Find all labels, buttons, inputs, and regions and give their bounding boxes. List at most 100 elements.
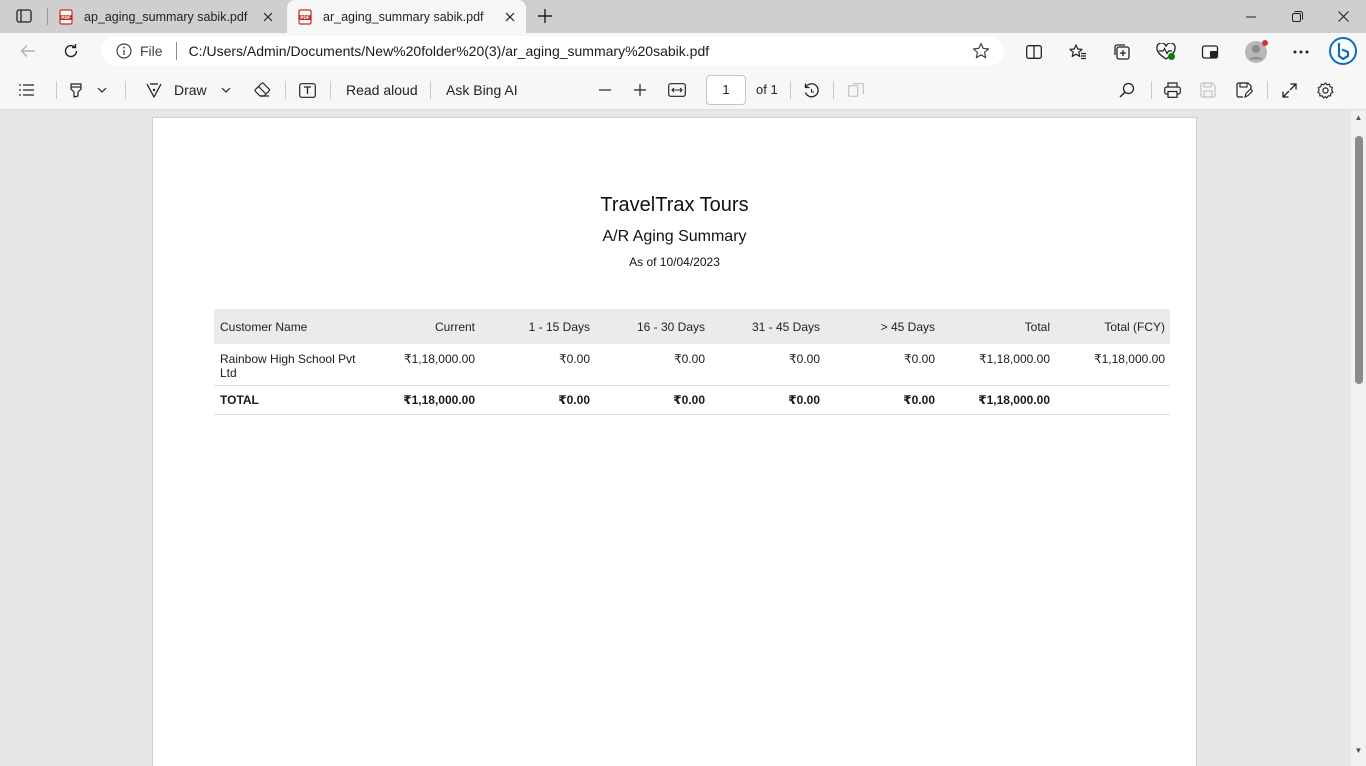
customer-name-cell[interactable]: Rainbow High School Pvt Ltd — [214, 352, 374, 380]
page-view-button[interactable] — [846, 78, 866, 102]
pdf-viewer: TravelTrax Tours A/R Aging Summary As of… — [0, 110, 1366, 766]
find-button[interactable] — [1117, 78, 1137, 102]
new-tab-button[interactable] — [534, 5, 556, 27]
more-dots-icon — [1293, 50, 1309, 54]
restore-icon — [1291, 11, 1303, 22]
draw-pen-button[interactable] — [142, 78, 166, 102]
tab-ap-aging[interactable]: PDF ap_aging_summary sabik.pdf — [48, 0, 284, 33]
erase-button[interactable] — [252, 78, 272, 102]
rotate-icon — [804, 82, 819, 97]
favorite-star-icon[interactable] — [972, 42, 990, 60]
days-over-45-total-cell: ₹0.00 — [903, 393, 935, 407]
browser-essentials-button[interactable] — [1153, 39, 1179, 65]
pdf-file-icon: PDF — [59, 8, 73, 25]
refresh-button[interactable] — [57, 38, 85, 64]
address-divider — [175, 42, 177, 60]
column-header: 31 - 45 Days — [751, 319, 820, 334]
column-header: Current — [434, 319, 475, 334]
save-disk-icon — [1200, 82, 1216, 98]
svg-text:PDF: PDF — [300, 15, 310, 20]
aging-summary-table: Customer Name Current 1 - 15 Days 16 - 3… — [214, 309, 1170, 415]
restore-button[interactable] — [1274, 0, 1320, 33]
minimize-button[interactable] — [1228, 0, 1274, 33]
scrollbar-thumb[interactable] — [1355, 136, 1363, 384]
collections-button[interactable] — [1109, 39, 1135, 65]
address-bar[interactable]: File C:/Users/Admin/Documents/New%20fold… — [101, 36, 1004, 66]
read-aloud-button[interactable]: Read aloud — [346, 78, 418, 102]
tab-ar-aging[interactable]: PDF ar_aging_summary sabik.pdf — [287, 0, 526, 33]
ask-bing-button[interactable]: Ask Bing AI — [446, 78, 518, 102]
total-cell: ₹1,18,000.00 — [978, 352, 1050, 366]
page-count-label: of 1 — [756, 82, 778, 97]
toolbar-separator — [790, 81, 791, 99]
save-as-icon — [1235, 82, 1253, 98]
column-header: 1 - 15 Days — [528, 319, 590, 334]
draw-button[interactable]: Draw — [174, 78, 207, 102]
current-cell: ₹1,18,000.00 — [403, 352, 475, 366]
report-date: As of 10/04/2023 — [629, 255, 720, 269]
printer-icon — [1163, 82, 1181, 98]
tab-actions-button[interactable] — [10, 5, 38, 27]
zoom-out-button[interactable] — [596, 78, 614, 102]
save-as-button[interactable] — [1234, 78, 1254, 102]
days-31-45-cell: ₹0.00 — [789, 352, 820, 366]
zoom-in-button[interactable] — [631, 78, 649, 102]
tab-title: ap_aging_summary sabik.pdf — [84, 9, 248, 24]
highlight-button[interactable] — [66, 78, 86, 102]
save-button[interactable] — [1198, 78, 1218, 102]
chevron-down-icon — [221, 87, 231, 93]
eraser-icon — [253, 82, 270, 97]
wallet-icon — [1201, 45, 1219, 59]
minimize-icon — [1246, 16, 1256, 17]
grand-total-cell: ₹1,18,000.00 — [978, 393, 1050, 407]
column-header: Customer Name — [220, 319, 308, 334]
svg-text:PDF: PDF — [61, 15, 71, 20]
pdf-settings-button[interactable] — [1315, 78, 1335, 102]
column-header: Total (FCY) — [1104, 319, 1165, 334]
split-screen-icon — [1026, 45, 1042, 59]
contents-button[interactable] — [16, 78, 38, 102]
vertical-scrollbar[interactable]: ▲ ▼ — [1351, 110, 1366, 766]
plus-icon — [538, 9, 552, 23]
fit-to-width-button[interactable] — [667, 78, 687, 102]
close-window-button[interactable] — [1320, 0, 1366, 33]
days-over-45-cell: ₹0.00 — [904, 352, 935, 366]
profile-avatar[interactable] — [1243, 39, 1269, 65]
settings-more-button[interactable] — [1288, 39, 1314, 65]
close-tab-icon[interactable] — [502, 9, 518, 25]
url-text[interactable]: C:/Users/Admin/Documents/New%20folder%20… — [189, 43, 710, 59]
tab-strip: PDF ap_aging_summary sabik.pdf PDF ar_ag… — [0, 0, 1366, 33]
favorites-button[interactable] — [1065, 39, 1091, 65]
column-header: 16 - 30 Days — [636, 319, 705, 334]
rotate-button[interactable] — [801, 78, 821, 102]
minus-icon — [599, 89, 611, 91]
print-button[interactable] — [1162, 78, 1182, 102]
toolbar-separator — [285, 81, 286, 99]
full-screen-button[interactable] — [1279, 78, 1299, 102]
fit-width-icon — [668, 83, 686, 97]
highlight-options-dropdown[interactable] — [94, 78, 110, 102]
avatar-icon — [1245, 40, 1268, 63]
close-tab-icon[interactable] — [260, 9, 276, 25]
expand-icon — [1281, 82, 1297, 98]
favorites-icon — [1069, 44, 1086, 60]
table-of-contents-icon — [19, 84, 34, 96]
page-number-input[interactable]: 1 — [706, 75, 746, 105]
days-31-45-total-cell: ₹0.00 — [788, 393, 820, 407]
toolbar-separator — [1267, 81, 1268, 99]
scroll-up-arrow-icon[interactable]: ▲ — [1354, 113, 1363, 122]
info-icon[interactable] — [115, 42, 133, 60]
bing-copilot-button[interactable] — [1328, 36, 1358, 66]
add-text-button[interactable] — [297, 78, 317, 102]
split-screen-button[interactable] — [1021, 39, 1047, 65]
back-button[interactable] — [14, 38, 42, 64]
pdf-file-icon: PDF — [298, 8, 312, 25]
toolbar-separator — [833, 81, 834, 99]
scroll-down-arrow-icon[interactable]: ▼ — [1354, 746, 1363, 755]
chevron-down-icon — [97, 87, 107, 93]
draw-options-dropdown[interactable] — [218, 78, 234, 102]
days-16-30-cell: ₹0.00 — [674, 352, 705, 366]
wallet-button[interactable] — [1197, 39, 1223, 65]
toolbar-separator — [430, 81, 431, 99]
highlighter-icon — [70, 83, 82, 98]
